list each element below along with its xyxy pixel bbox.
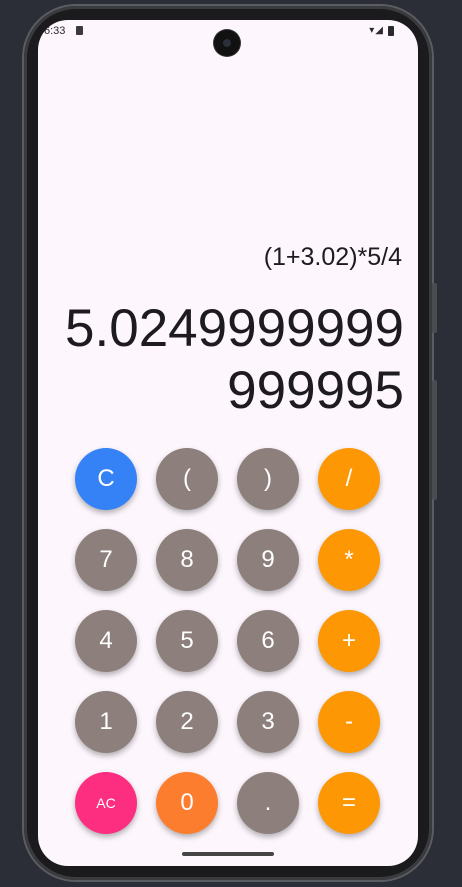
home-indicator[interactable] [182,852,274,856]
equals-button[interactable]: = [318,772,380,834]
sd-card-icon [76,26,83,35]
status-time: 6:33 [44,25,66,37]
battery-icon [388,26,394,36]
front-camera-icon [214,30,240,56]
add-button[interactable]: + [318,610,380,672]
decimal-button[interactable]: . [237,772,299,834]
expression-display: (1+3.02)*5/4 [263,243,402,271]
digit-1-button[interactable]: 1 [75,691,137,753]
multiply-button[interactable]: * [318,529,380,591]
all-clear-button[interactable]: AC [75,772,137,834]
digit-6-button[interactable]: 6 [237,610,299,672]
app-screen: 6:33 ▾◢ (1+3.02)*5/4 5.0249999999999995 … [38,20,418,866]
signal-icons: ▾◢ [369,25,384,36]
close-paren-button[interactable]: ) [237,448,299,510]
divide-button[interactable]: / [318,448,380,510]
open-paren-button[interactable]: ( [156,448,218,510]
clear-button[interactable]: C [75,448,137,510]
digit-4-button[interactable]: 4 [75,610,137,672]
subtract-button[interactable]: - [318,691,380,753]
power-button [432,380,437,500]
digit-7-button[interactable]: 7 [75,529,137,591]
digit-2-button[interactable]: 2 [156,691,218,753]
digit-5-button[interactable]: 5 [156,610,218,672]
result-display: 5.0249999999999995 [65,299,404,420]
digit-9-button[interactable]: 9 [237,529,299,591]
digit-8-button[interactable]: 8 [156,529,218,591]
volume-button [432,283,437,333]
digit-0-button[interactable]: 0 [156,772,218,834]
digit-3-button[interactable]: 3 [237,691,299,753]
keypad: C () / 7 8 9 * 4 5 6 +1 2 3- AC 0. = [75,448,380,834]
